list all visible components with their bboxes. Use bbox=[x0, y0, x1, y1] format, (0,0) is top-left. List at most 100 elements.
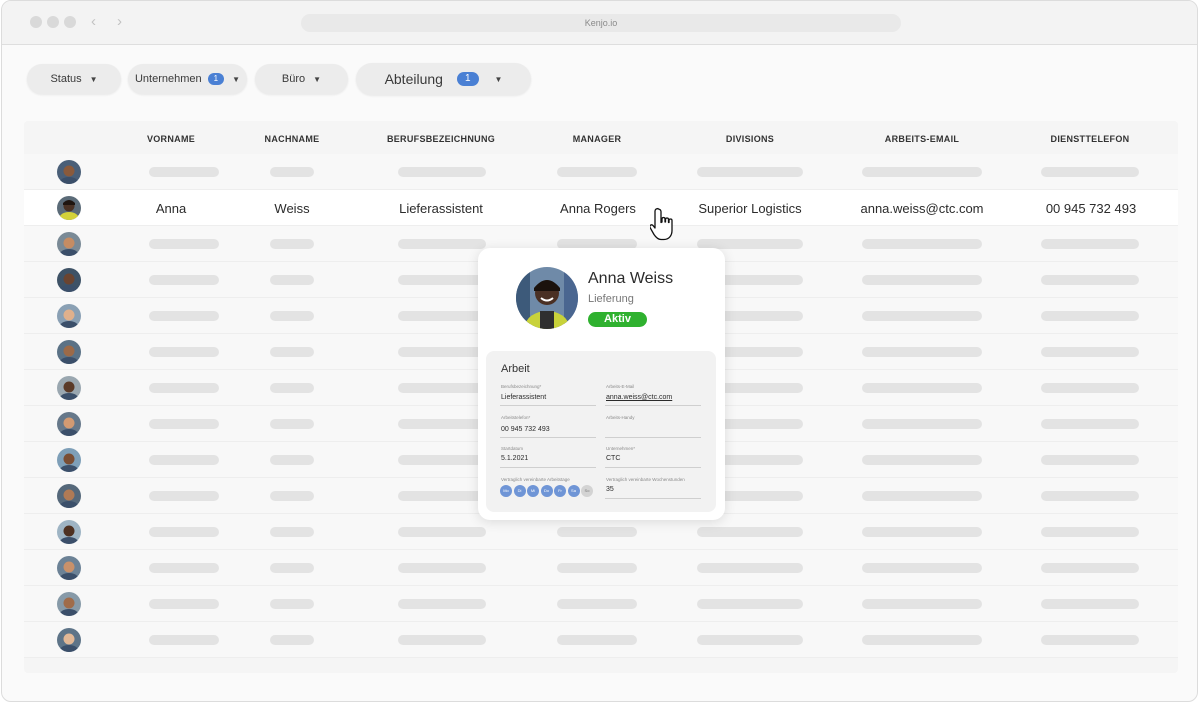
company-field[interactable]: CTC bbox=[606, 455, 620, 462]
column-header-diensttelefon[interactable]: DIENSTTELEFON bbox=[1051, 134, 1130, 144]
cell-manager: Anna Rogers bbox=[560, 201, 636, 216]
skeleton-placeholder bbox=[398, 239, 486, 249]
column-header-nachname[interactable]: NACHNAME bbox=[265, 134, 320, 144]
filter-abteilung[interactable]: Abteilung 1 ▼ bbox=[356, 63, 531, 95]
status-badge: Aktiv bbox=[588, 312, 647, 327]
skeleton-placeholder bbox=[862, 563, 982, 573]
filter-count-badge: 1 bbox=[207, 73, 225, 85]
work-phone-field[interactable]: 00 945 732 493 bbox=[501, 426, 550, 433]
filter-status[interactable]: Status ▼ bbox=[27, 64, 121, 94]
avatar bbox=[57, 592, 81, 616]
workday-so[interactable]: So bbox=[581, 485, 593, 497]
filter-unternehmen[interactable]: Unternehmen 1 ▼ bbox=[128, 64, 247, 94]
close-window-dot[interactable] bbox=[30, 16, 42, 28]
skeleton-placeholder bbox=[270, 275, 314, 285]
contract-hours-field[interactable]: 35 bbox=[606, 486, 614, 493]
skeleton-placeholder bbox=[697, 167, 803, 177]
maximize-window-dot[interactable] bbox=[64, 16, 76, 28]
cell-email[interactable]: anna.weiss@ctc.com bbox=[860, 201, 983, 216]
job-title-field[interactable]: Lieferassistent bbox=[501, 394, 546, 401]
work-email-label: Arbeits-E-Mail bbox=[606, 384, 635, 389]
skeleton-placeholder bbox=[270, 419, 314, 429]
skeleton-placeholder bbox=[149, 311, 219, 321]
table-header: VORNAME NACHNAME BERUFSBEZEICHNUNG MANAG… bbox=[24, 121, 1178, 157]
skeleton-placeholder bbox=[697, 635, 803, 645]
column-header-arbeits-email[interactable]: ARBEITS-EMAIL bbox=[885, 134, 959, 144]
skeleton-placeholder bbox=[149, 419, 219, 429]
skeleton-placeholder bbox=[270, 383, 314, 393]
table-row[interactable] bbox=[24, 586, 1178, 622]
employee-profile-card[interactable]: Anna Weiss Lieferung Aktiv Arbeit Berufs… bbox=[478, 248, 725, 520]
filter-buero[interactable]: Büro ▼ bbox=[255, 64, 348, 94]
avatar bbox=[57, 196, 81, 220]
skeleton-placeholder bbox=[862, 275, 982, 285]
minimize-window-dot[interactable] bbox=[47, 16, 59, 28]
skeleton-placeholder bbox=[557, 563, 637, 573]
skeleton-placeholder bbox=[697, 599, 803, 609]
company-label: Unternehmen* bbox=[606, 446, 636, 451]
skeleton-placeholder bbox=[270, 599, 314, 609]
work-email-field[interactable]: anna.weiss@ctc.com bbox=[606, 394, 672, 401]
workday-sa[interactable]: Sa bbox=[567, 485, 580, 497]
workday-di[interactable]: Di bbox=[513, 485, 526, 497]
cell-berufsbezeichnung: Lieferassistent bbox=[399, 201, 483, 216]
workday-mo[interactable]: Mo bbox=[500, 485, 512, 497]
skeleton-placeholder bbox=[1041, 527, 1139, 537]
address-bar[interactable]: Kenjo.io bbox=[301, 14, 901, 32]
column-header-manager[interactable]: MANAGER bbox=[573, 134, 622, 144]
work-section: Arbeit Berufsbezeichnung* Lieferassisten… bbox=[486, 351, 716, 512]
avatar bbox=[57, 448, 81, 472]
avatar bbox=[57, 484, 81, 508]
cell-vorname: Anna bbox=[155, 201, 187, 216]
skeleton-placeholder bbox=[862, 311, 982, 321]
skeleton-placeholder bbox=[862, 491, 982, 501]
table-row[interactable] bbox=[24, 622, 1178, 658]
cell-telefon: 00 945 732 493 bbox=[1045, 201, 1137, 216]
avatar bbox=[57, 412, 81, 436]
skeleton-placeholder bbox=[270, 311, 314, 321]
skeleton-placeholder bbox=[149, 563, 219, 573]
skeleton-placeholder bbox=[149, 599, 219, 609]
filter-count-badge: 1 bbox=[456, 72, 479, 86]
workday-mi[interactable]: Mi bbox=[527, 485, 539, 497]
forward-arrow-icon[interactable]: › bbox=[117, 13, 122, 30]
skeleton-placeholder bbox=[697, 527, 803, 537]
skeleton-placeholder bbox=[862, 239, 982, 249]
table-row-active[interactable]: Anna Weiss Lieferassistent Anna Rogers S… bbox=[24, 190, 1178, 226]
column-header-berufsbezeichnung[interactable]: BERUFSBEZEICHNUNG bbox=[387, 134, 495, 144]
browser-window: ‹ › Kenjo.io Status ▼ Unternehmen 1 ▼ Bü… bbox=[1, 0, 1198, 702]
avatar bbox=[57, 628, 81, 652]
caret-down-icon: ▼ bbox=[232, 74, 241, 84]
workday-fr[interactable]: Fr bbox=[554, 485, 566, 497]
avatar bbox=[57, 556, 81, 580]
profile-department: Lieferung bbox=[588, 293, 634, 305]
skeleton-placeholder bbox=[398, 383, 486, 393]
avatar bbox=[57, 340, 81, 364]
browser-titlebar: ‹ › Kenjo.io bbox=[2, 1, 1197, 45]
table-row[interactable] bbox=[24, 550, 1178, 586]
avatar bbox=[57, 376, 81, 400]
skeleton-placeholder bbox=[1041, 167, 1139, 177]
skeleton-placeholder bbox=[697, 563, 803, 573]
workday-do[interactable]: Do bbox=[540, 485, 553, 497]
filter-buero-label: Büro bbox=[281, 73, 306, 85]
profile-avatar bbox=[516, 267, 578, 329]
skeleton-placeholder bbox=[1041, 419, 1139, 429]
table-row[interactable] bbox=[24, 154, 1178, 190]
back-arrow-icon[interactable]: ‹ bbox=[91, 13, 96, 30]
skeleton-placeholder bbox=[1041, 563, 1139, 573]
skeleton-placeholder bbox=[149, 527, 219, 537]
column-header-divisions[interactable]: DIVISIONS bbox=[726, 134, 774, 144]
field-underline bbox=[605, 437, 701, 438]
column-header-vorname[interactable]: VORNAME bbox=[147, 134, 195, 144]
contract-days-label: Vertraglich vereinbarte Arbeitstage bbox=[501, 477, 570, 482]
workday-selector[interactable]: Mo Di Mi Do Fr Sa So bbox=[500, 485, 593, 497]
skeleton-placeholder bbox=[270, 491, 314, 501]
skeleton-placeholder bbox=[270, 239, 314, 249]
skeleton-placeholder bbox=[1041, 311, 1139, 321]
start-date-field[interactable]: 5.1.2021 bbox=[501, 455, 528, 462]
skeleton-placeholder bbox=[862, 419, 982, 429]
skeleton-placeholder bbox=[1041, 275, 1139, 285]
hand-cursor-icon bbox=[650, 207, 673, 241]
skeleton-placeholder bbox=[270, 347, 314, 357]
